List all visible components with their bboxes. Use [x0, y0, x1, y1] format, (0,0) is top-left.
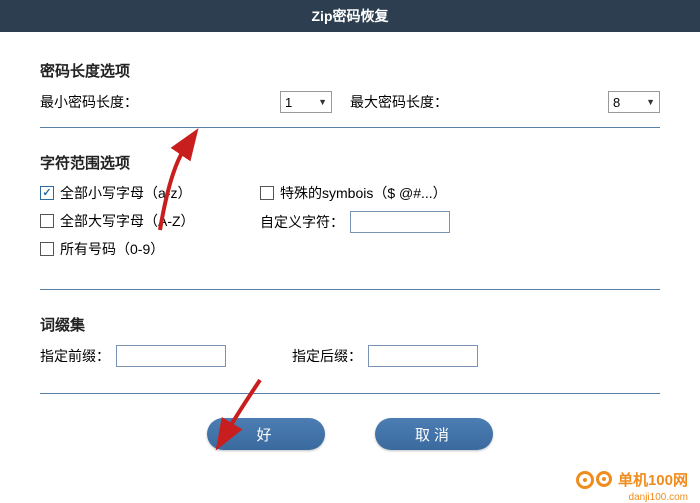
charset-right-col: 特殊的symbois（$ @#...） 自定义字符：	[260, 183, 540, 267]
lowercase-label: 全部小写字母（a-z）	[60, 183, 191, 203]
min-length-label: 最小密码长度：	[40, 92, 150, 112]
length-row: 最小密码长度： 1 ▼ 最大密码长度： 8 ▼	[40, 91, 660, 113]
chevron-down-icon: ▼	[646, 97, 655, 107]
uppercase-row: 全部大写字母（A-Z）	[40, 211, 260, 231]
divider	[40, 127, 660, 128]
charset-columns: 全部小写字母（a-z） 全部大写字母（A-Z） 所有号码（0-9） 特殊的sym…	[40, 183, 660, 267]
digits-checkbox[interactable]	[40, 242, 54, 256]
uppercase-label: 全部大写字母（A-Z）	[60, 211, 195, 231]
chevron-down-icon: ▼	[318, 97, 327, 107]
digits-row: 所有号码（0-9）	[40, 239, 260, 259]
prefix-label: 指定前缀：	[40, 346, 110, 366]
logo-icon	[576, 471, 612, 489]
symbols-row: 特殊的symbois（$ @#...）	[260, 183, 540, 203]
divider	[40, 393, 660, 394]
digits-label: 所有号码（0-9）	[60, 239, 164, 259]
ok-button[interactable]: 好	[207, 418, 325, 450]
charset-section-title: 字符范围选项	[40, 152, 660, 173]
cancel-button[interactable]: 取消	[375, 418, 493, 450]
affix-row: 指定前缀： 指定后缀：	[40, 345, 660, 367]
custom-chars-label: 自定义字符：	[260, 212, 344, 232]
prefix-group: 指定前缀：	[40, 345, 226, 367]
footer-logo: 单机100网	[576, 469, 688, 490]
prefix-input[interactable]	[116, 345, 226, 367]
titlebar: Zip密码恢复	[0, 0, 700, 32]
affix-section-title: 词缀集	[40, 314, 660, 335]
max-length-label: 最大密码长度：	[350, 92, 448, 112]
uppercase-checkbox[interactable]	[40, 214, 54, 228]
dialog-body: 密码长度选项 最小密码长度： 1 ▼ 最大密码长度： 8 ▼ 字符范围选项 全部…	[0, 32, 700, 450]
logo-text: 单机100网	[618, 469, 688, 490]
min-length-select[interactable]: 1 ▼	[280, 91, 332, 113]
logo-url: danji100.com	[629, 492, 688, 503]
symbols-label: 特殊的symbois（$ @#...）	[280, 183, 447, 203]
suffix-label: 指定后缀：	[292, 346, 362, 366]
divider	[40, 289, 660, 290]
window-title: Zip密码恢复	[312, 8, 389, 24]
max-length-value: 8	[613, 95, 620, 110]
lowercase-checkbox[interactable]	[40, 186, 54, 200]
custom-chars-input[interactable]	[350, 211, 450, 233]
suffix-group: 指定后缀：	[292, 345, 478, 367]
charset-left-col: 全部小写字母（a-z） 全部大写字母（A-Z） 所有号码（0-9）	[40, 183, 260, 267]
max-length-select[interactable]: 8 ▼	[608, 91, 660, 113]
custom-row: 自定义字符：	[260, 211, 540, 233]
symbols-checkbox[interactable]	[260, 186, 274, 200]
length-section-title: 密码长度选项	[40, 60, 660, 81]
suffix-input[interactable]	[368, 345, 478, 367]
lowercase-row: 全部小写字母（a-z）	[40, 183, 260, 203]
min-length-value: 1	[285, 95, 292, 110]
button-row: 好 取消	[40, 418, 660, 450]
